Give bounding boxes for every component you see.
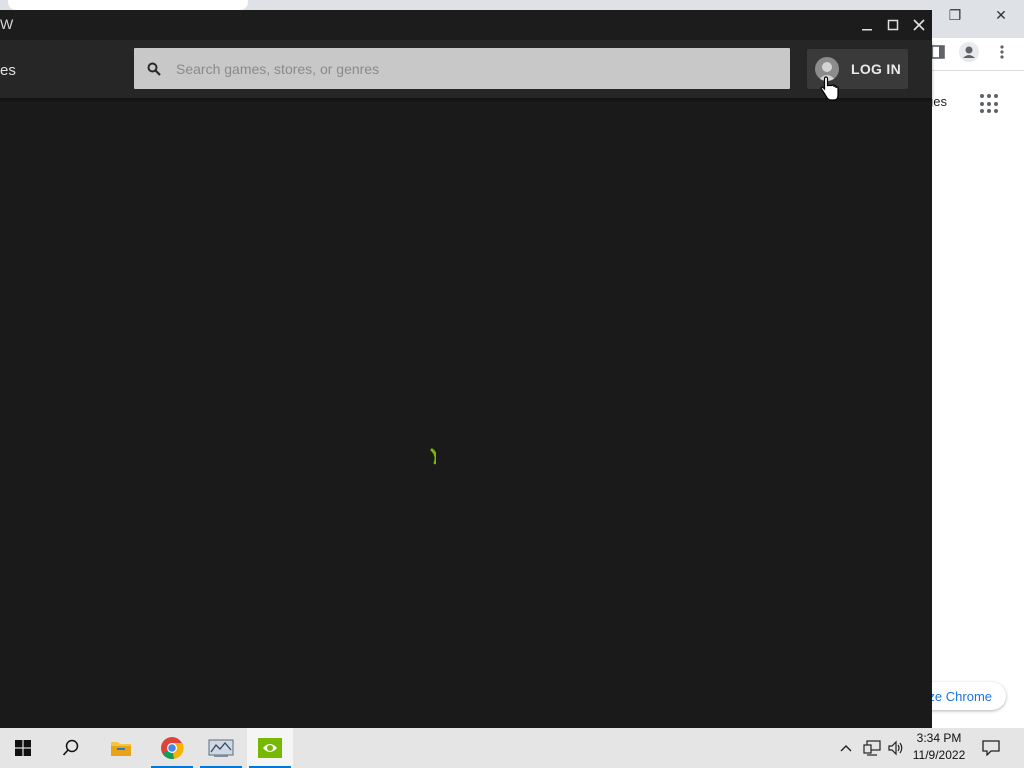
maximize-icon xyxy=(887,19,899,31)
nvidia-icon xyxy=(258,738,282,758)
chrome-taskbar-button[interactable] xyxy=(149,728,195,768)
windows-logo-icon xyxy=(15,740,31,756)
geforce-now-taskbar-button[interactable] xyxy=(247,728,293,768)
chrome-restore-button[interactable]: ❐ xyxy=(932,4,978,26)
close-icon: ✕ xyxy=(995,6,1007,23)
chrome-icon xyxy=(161,737,184,759)
close-button[interactable] xyxy=(910,16,928,34)
close-icon xyxy=(913,19,925,31)
side-panel-icon[interactable] xyxy=(930,44,946,60)
google-apps-icon[interactable] xyxy=(980,94,1000,114)
file-explorer-button[interactable] xyxy=(98,728,144,768)
profile-avatar-icon[interactable] xyxy=(958,41,980,63)
show-hidden-icons-button[interactable] xyxy=(838,728,854,768)
minimize-icon xyxy=(862,29,872,31)
network-app-icon xyxy=(208,739,234,757)
search-icon xyxy=(62,739,79,756)
action-center-button[interactable] xyxy=(978,728,1004,768)
network-app-button[interactable] xyxy=(198,728,244,768)
volume-icon[interactable] xyxy=(886,728,906,768)
network-status-icon[interactable] xyxy=(862,728,882,768)
chrome-close-button[interactable]: ✕ xyxy=(978,4,1024,26)
chevron-up-icon xyxy=(840,745,852,752)
folder-icon xyxy=(111,742,131,756)
chrome-tab[interactable] xyxy=(8,0,248,10)
taskbar: 3:34 PM 11/9/2022 xyxy=(0,728,1024,768)
search-input[interactable] xyxy=(174,60,776,77)
geforce-now-window: W es LOG IN xyxy=(0,10,932,728)
notification-icon xyxy=(982,740,1000,756)
minimize-button[interactable] xyxy=(858,16,876,34)
loading-spinner xyxy=(416,448,436,471)
nav-games-link[interactable]: es xyxy=(0,62,16,79)
maximize-button[interactable] xyxy=(884,16,902,34)
system-clock[interactable]: 3:34 PM 11/9/2022 xyxy=(908,730,970,766)
window-title: W xyxy=(0,16,14,32)
hand-cursor-icon xyxy=(820,76,839,101)
clock-date: 11/9/2022 xyxy=(912,748,966,762)
gfn-title-bar: W xyxy=(0,10,932,40)
login-label: LOG IN xyxy=(851,61,902,77)
gfn-header: es LOG IN xyxy=(0,40,932,98)
menu-dots-icon[interactable] xyxy=(994,42,1010,62)
customize-chrome-label: ze Chrome xyxy=(928,688,992,704)
start-button[interactable] xyxy=(0,728,46,768)
restore-icon: ❐ xyxy=(948,6,962,23)
taskbar-search-button[interactable] xyxy=(48,728,94,768)
search-bar[interactable] xyxy=(134,48,790,89)
clock-time: 3:34 PM xyxy=(916,731,962,745)
search-icon xyxy=(134,48,174,89)
